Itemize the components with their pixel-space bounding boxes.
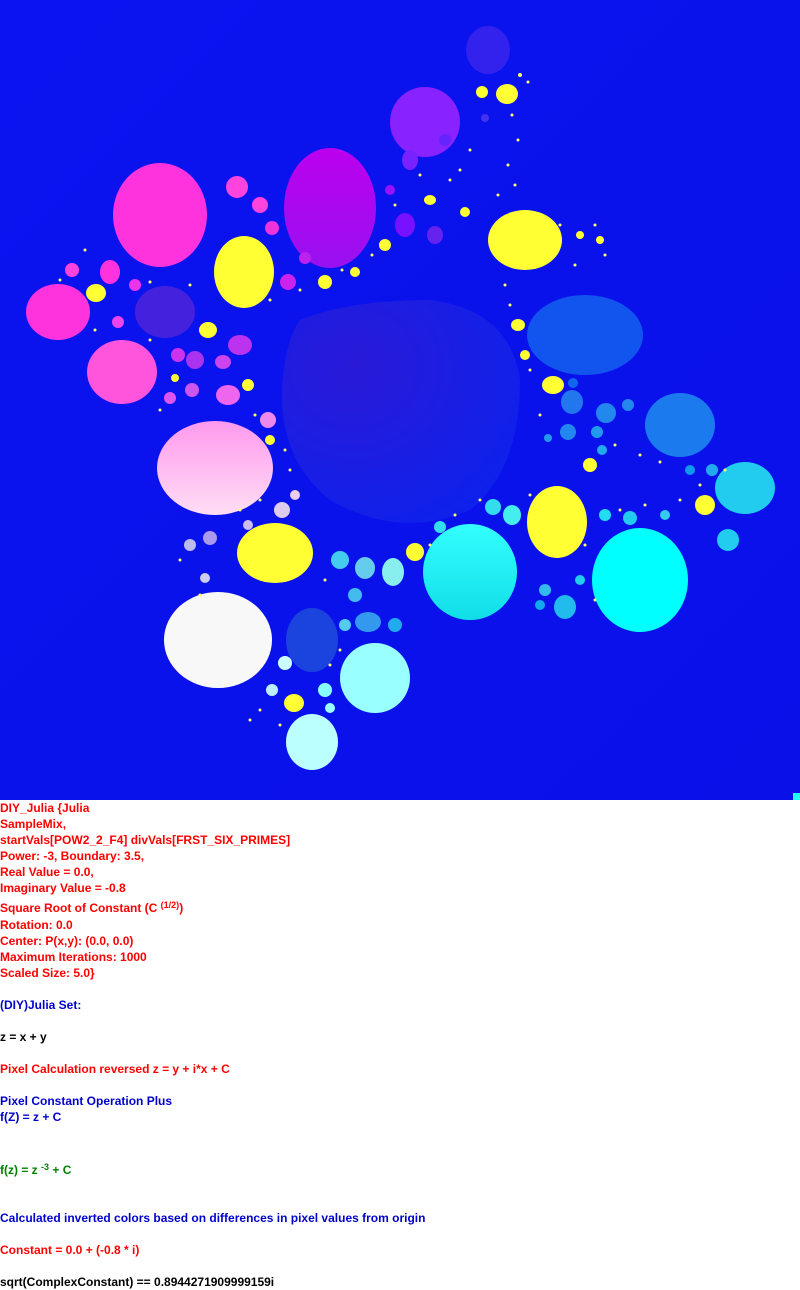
info-power-boundary: Power: -3, Boundary: 3.5,: [0, 849, 145, 863]
info-set-type: (DIY)Julia Set:: [0, 998, 82, 1012]
info-real-value: Real Value = 0.0,: [0, 865, 94, 879]
info-constant-operation: Pixel Constant Operation Plus: [0, 1094, 173, 1108]
julia-fractal-image: [0, 0, 800, 800]
info-sqrt-result: sqrt(ComplexConstant) == 0.8944271909999…: [0, 1275, 275, 1289]
info-max-iterations: Maximum Iterations: 1000: [0, 950, 147, 964]
info-sqrt-constant: Square Root of Constant (C (1/2)): [0, 900, 184, 915]
fractal-corner-mark: [793, 793, 800, 800]
info-function: f(z) = z -3 + C: [0, 1162, 72, 1177]
info-title: DIY_Julia {Julia: [0, 801, 90, 815]
info-z-formula: z = x + y: [0, 1030, 47, 1044]
info-start-vals: startVals[POW2_2_F4] divVals[FRST_SIX_PR…: [0, 833, 291, 847]
info-sample-mix: SampleMix,: [0, 817, 67, 831]
info-imaginary-value: Imaginary Value = -0.8: [0, 881, 126, 895]
info-rotation: Rotation: 0.0: [0, 918, 73, 932]
info-fz-plus-c: f(Z) = z + C: [0, 1110, 62, 1124]
info-constant: Constant = 0.0 + (-0.8 * i): [0, 1243, 140, 1257]
info-scaled-size: Scaled Size: 5.0}: [0, 966, 95, 980]
info-pixel-calculation: Pixel Calculation reversed z = y + i*x +…: [0, 1062, 230, 1076]
info-center: Center: P(x,y): (0.0, 0.0): [0, 934, 134, 948]
info-color-method: Calculated inverted colors based on diff…: [0, 1211, 426, 1225]
